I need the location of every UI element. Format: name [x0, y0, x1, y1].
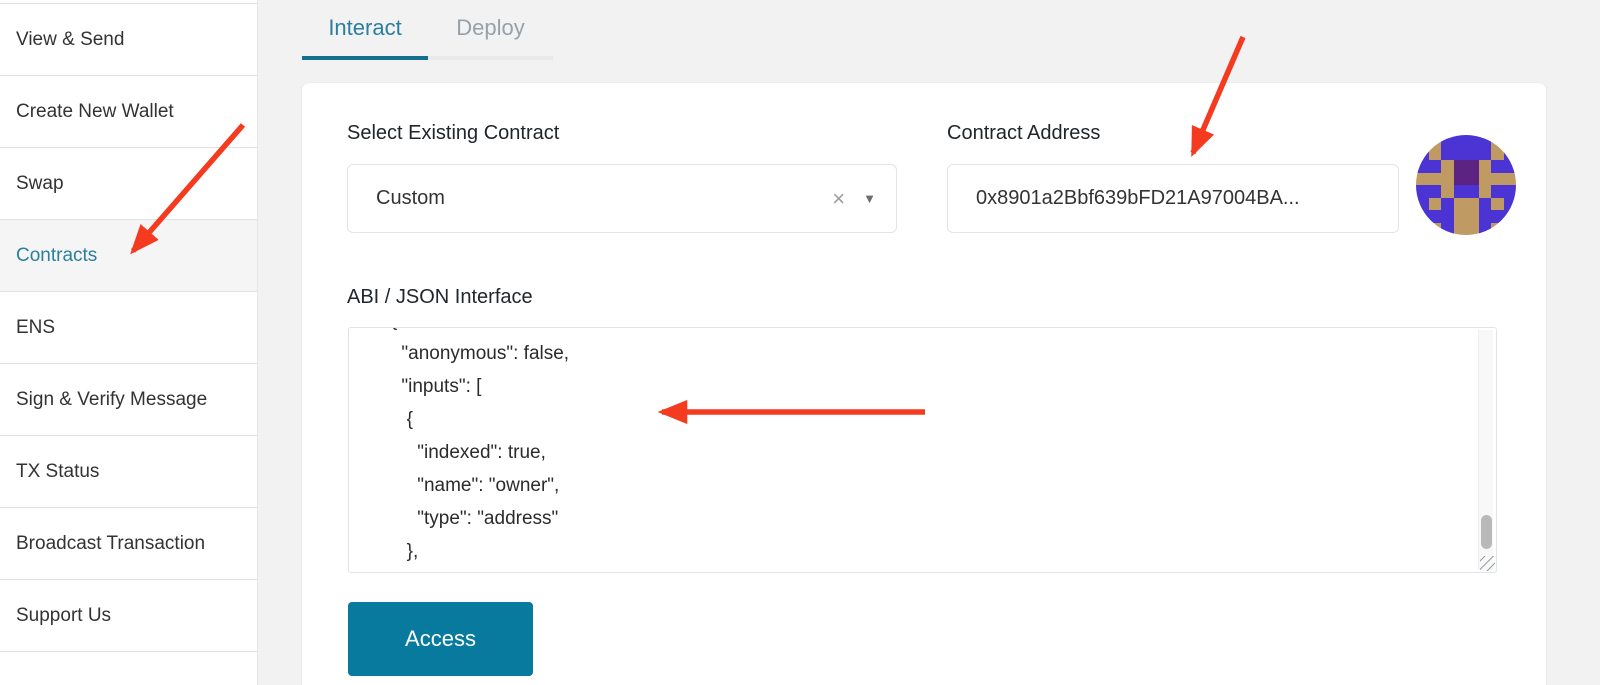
tab-interact[interactable]: Interact: [302, 0, 428, 60]
contracts-page: View & Send Create New Wallet Swap Contr…: [0, 0, 1600, 685]
sidebar-item-swap[interactable]: Swap: [0, 148, 257, 220]
sidebar-item-broadcast-transaction[interactable]: Broadcast Transaction: [0, 508, 257, 580]
sidebar-item-label: View & Send: [16, 29, 124, 51]
selected-contract-value: Custom: [376, 187, 832, 210]
sidebar-item-label: ENS: [16, 317, 55, 339]
abi-json-content: { "anonymous": false, "inputs": [ { "ind…: [349, 327, 1496, 568]
chevron-down-icon[interactable]: ▼: [863, 191, 876, 206]
abi-line: "inputs": [: [375, 370, 1496, 403]
sidebar-item-ens[interactable]: ENS: [0, 292, 257, 364]
abi-line: "name": "owner",: [375, 469, 1496, 502]
clear-icon[interactable]: ×: [832, 186, 845, 212]
sidebar-item-label: TX Status: [16, 461, 99, 483]
sidebar-item-sign-verify[interactable]: Sign & Verify Message: [0, 364, 257, 436]
sidebar: View & Send Create New Wallet Swap Contr…: [0, 0, 258, 685]
sidebar-item-view-send[interactable]: View & Send: [0, 4, 257, 76]
sidebar-item-create-new-wallet[interactable]: Create New Wallet: [0, 76, 257, 148]
abi-line: "type": "address": [375, 502, 1496, 535]
abi-line: "anonymous": false,: [375, 337, 1496, 370]
contract-address-label: Contract Address: [947, 122, 1100, 145]
tab-deploy[interactable]: Deploy: [428, 0, 553, 60]
sidebar-item-label: Contracts: [16, 245, 97, 267]
sidebar-item-label: Create New Wallet: [16, 101, 174, 123]
abi-line: "indexed": true,: [375, 436, 1496, 469]
sidebar-item-label: Broadcast Transaction: [16, 533, 205, 555]
sidebar-item-label: Swap: [16, 173, 64, 195]
contract-tabs: Interact Deploy: [302, 0, 553, 60]
abi-line: {: [375, 327, 1496, 337]
select-existing-contract-label: Select Existing Contract: [347, 122, 559, 145]
contract-address-input[interactable]: 0x8901a2Bbf639bFD21A97004BA...: [947, 164, 1399, 233]
sidebar-item-label: Support Us: [16, 605, 111, 627]
abi-json-interface-label: ABI / JSON Interface: [347, 286, 533, 309]
sidebar-item-label: Sign & Verify Message: [16, 389, 207, 411]
abi-json-textarea[interactable]: { "anonymous": false, "inputs": [ { "ind…: [348, 327, 1497, 573]
identicon-grid: [1416, 135, 1516, 235]
contract-address-value: 0x8901a2Bbf639bFD21A97004BA...: [976, 187, 1300, 210]
abi-line: },: [375, 535, 1496, 568]
textarea-resize-handle[interactable]: [1480, 556, 1495, 571]
access-button[interactable]: Access: [348, 602, 533, 676]
address-identicon: [1416, 135, 1516, 235]
sidebar-item-support-us[interactable]: Support Us: [0, 580, 257, 652]
textarea-scrollbar-thumb[interactable]: [1481, 515, 1492, 549]
sidebar-item-contracts[interactable]: Contracts: [0, 220, 257, 292]
abi-line: {: [375, 403, 1496, 436]
textarea-scrollbar[interactable]: [1478, 330, 1493, 570]
existing-contract-select[interactable]: Custom × ▼: [347, 164, 897, 233]
sidebar-item-tx-status[interactable]: TX Status: [0, 436, 257, 508]
